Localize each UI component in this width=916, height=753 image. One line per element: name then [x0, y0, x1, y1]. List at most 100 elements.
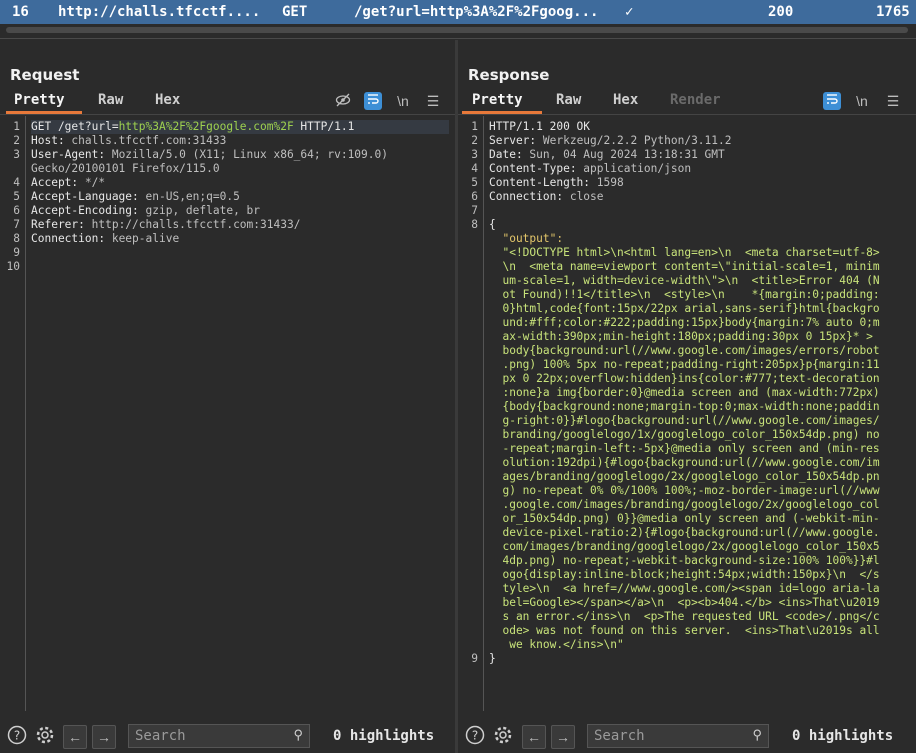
json-string: s an error.</ins>\n <p>The requested URL…: [489, 610, 880, 623]
response-line-numbers: 12345678 9: [458, 116, 484, 711]
tab-render[interactable]: Render: [670, 92, 721, 108]
code-line: "output":: [489, 232, 910, 246]
code-line: .google.com/images/branding/googlelogo/2…: [489, 498, 910, 512]
code-line: und:#fff;color:#222;padding:15px}body{ma…: [489, 316, 910, 330]
newline-toggle-icon[interactable]: \n: [394, 92, 412, 110]
code-line: Server: Werkzeug/2.2.2 Python/3.11.2: [489, 134, 910, 148]
request-code[interactable]: GET /get?url=http%3A%2F%2Fgoogle.com%2F …: [31, 120, 449, 274]
arrow-right-icon[interactable]: →: [92, 725, 116, 749]
tab-pretty[interactable]: Pretty: [472, 92, 523, 108]
code-line: Accept-Language: en-US,en;q=0.5: [31, 190, 449, 204]
line-number: 2: [471, 134, 478, 147]
json-string: g) no-repeat 0% 0%/100% 100%;-moz-border…: [489, 484, 880, 497]
code-line: Host: challs.tfcctf.com:31433: [31, 134, 449, 148]
code-line: body{background:url(//www.google.com/ima…: [489, 344, 910, 358]
code-line: 4dp.png) no-repeat;-webkit-background-si…: [489, 554, 910, 568]
tab-raw[interactable]: Raw: [98, 92, 123, 108]
header-name: Host:: [31, 134, 72, 147]
json-string: 0}html,code{font:15px/22px arial,sans-se…: [489, 302, 880, 315]
word-wrap-icon[interactable]: [364, 92, 382, 110]
json-string: com/images/branding/googlelogo/2x/google…: [489, 540, 880, 553]
arrow-left-icon[interactable]: ←: [522, 725, 546, 749]
search-icon[interactable]: ⚲: [293, 725, 303, 747]
tab-raw[interactable]: Raw: [556, 92, 581, 108]
search-placeholder: Search: [594, 728, 645, 744]
header-name: {: [489, 218, 496, 231]
response-editor[interactable]: 12345678 9 HTTP/1.1 200 OK Server: Werkzeu…: [458, 116, 916, 711]
svg-text:?: ?: [14, 729, 20, 743]
line-number: 6: [471, 190, 478, 203]
json-string: 4dp.png) no-repeat;-webkit-background-si…: [489, 554, 880, 567]
gear-icon[interactable]: [34, 725, 56, 747]
line-number: 4: [13, 176, 20, 189]
tab-hex[interactable]: Hex: [155, 92, 180, 108]
divider: [0, 38, 916, 39]
header-name: Accept:: [31, 176, 85, 189]
response-search-input[interactable]: Search ⚲: [587, 724, 769, 748]
line-number: 1: [13, 120, 20, 133]
arrow-left-icon[interactable]: ←: [63, 725, 87, 749]
code-line: "<!DOCTYPE html>\n<html lang=en>\n <meta…: [489, 246, 910, 260]
header-value: keep-alive: [111, 232, 180, 245]
code-line: ogo{display:inline-block;height:54px;wid…: [489, 568, 910, 582]
http-version: HTTP/1.1: [293, 120, 355, 133]
hamburger-menu-icon[interactable]: ☰: [884, 92, 902, 110]
row-path: /get?url=http%3A%2F%2Fgoog...: [354, 4, 599, 20]
gear-icon[interactable]: [492, 725, 514, 747]
header-value: Mozilla/5.0 (X11; Linux x86_64; rv:109.0…: [111, 148, 388, 161]
svg-text:?: ?: [472, 729, 478, 743]
line-number: 9: [13, 246, 20, 259]
json-string: {body{background:none;margin-top:0;max-w…: [489, 400, 880, 413]
request-highlights-count: 0 highlights: [333, 728, 435, 744]
code-line: bel=Google></span></a>\n <p><b>404.</b> …: [489, 596, 910, 610]
json-string: .png) 100% 5px no-repeat;padding-right:2…: [489, 358, 880, 371]
query-value: http%3A%2F%2Fgoogle.com%2F: [118, 120, 294, 133]
tab-pretty[interactable]: Pretty: [14, 92, 65, 108]
json-string: :none}a img{border:0}@media screen and (…: [489, 386, 880, 399]
code-line: \n <meta name=viewport content=\"initial…: [489, 260, 910, 274]
code-line: px 0 22px;overflow:hidden}ins{color:#777…: [489, 372, 910, 386]
arrow-right-icon[interactable]: →: [551, 725, 575, 749]
line-number: 8: [13, 232, 20, 245]
code-line: Date: Sun, 04 Aug 2024 13:18:31 GMT: [489, 148, 910, 162]
json-key: "output":: [489, 232, 564, 245]
request-search-input[interactable]: Search ⚲: [128, 724, 310, 748]
header-value: */*: [84, 176, 106, 189]
json-string: bel=Google></span></a>\n <p><b>404.</b> …: [489, 596, 880, 609]
code-line: Accept-Encoding: gzip, deflate, br: [31, 204, 449, 218]
header-name: HTTP/1.1 200 OK: [489, 120, 591, 133]
row-host: http://challs.tfcctf....: [58, 4, 261, 20]
response-code[interactable]: HTTP/1.1 200 OK Server: Werkzeug/2.2.2 Py…: [489, 120, 910, 680]
hamburger-menu-icon[interactable]: ☰: [424, 92, 442, 110]
code-line: .png) 100% 5px no-repeat;padding-right:2…: [489, 358, 910, 372]
request-editor[interactable]: 1 2 3 4 5 6 7 8 9 10 GET /get?url=http%3A%2F%2Fgo…: [0, 116, 455, 711]
code-line: ot Found)!!1</title>\n <style>\n *{margi…: [489, 288, 910, 302]
horizontal-scrollbar[interactable]: [0, 24, 916, 36]
help-icon[interactable]: ?: [464, 725, 486, 747]
json-string: px 0 22px;overflow:hidden}ins{color:#777…: [489, 372, 880, 385]
json-string: ages/branding/googlelogo/2x/googlelogo_c…: [489, 470, 880, 483]
newline-toggle-icon[interactable]: \n: [853, 92, 871, 110]
line-number: 3: [13, 148, 20, 161]
header-name: Date:: [489, 148, 530, 161]
code-line: ode> was not found on this server. <ins>…: [489, 624, 910, 638]
response-title: Response: [468, 66, 550, 84]
tab-hex[interactable]: Hex: [613, 92, 638, 108]
code-line: ax-width:390px;min-height:180px;padding:…: [489, 330, 910, 344]
code-line: um-scale=1, width=device-width\">\n <tit…: [489, 274, 910, 288]
help-icon[interactable]: ?: [6, 725, 28, 747]
row-number: 16: [12, 4, 29, 20]
header-value: en-US,en;q=0.5: [145, 190, 240, 203]
scrollbar-thumb[interactable]: [6, 27, 908, 33]
json-string: \n <meta name=viewport content=\"initial…: [489, 260, 880, 273]
history-row-selected[interactable]: 16 http://challs.tfcctf.... GET /get?url…: [0, 0, 916, 24]
eye-off-icon[interactable]: [334, 92, 352, 110]
search-icon[interactable]: ⚲: [752, 725, 762, 747]
code-line: Gecko/20100101 Firefox/115.0: [31, 162, 449, 176]
word-wrap-icon[interactable]: [823, 92, 841, 110]
json-string: olution:192dpi){#logo{background:url(//w…: [489, 456, 880, 469]
header-name: Referer:: [31, 218, 92, 231]
request-tabs: Pretty Raw Hex \n ☰: [0, 90, 455, 115]
row-edited-check-icon: ✓: [625, 4, 634, 20]
